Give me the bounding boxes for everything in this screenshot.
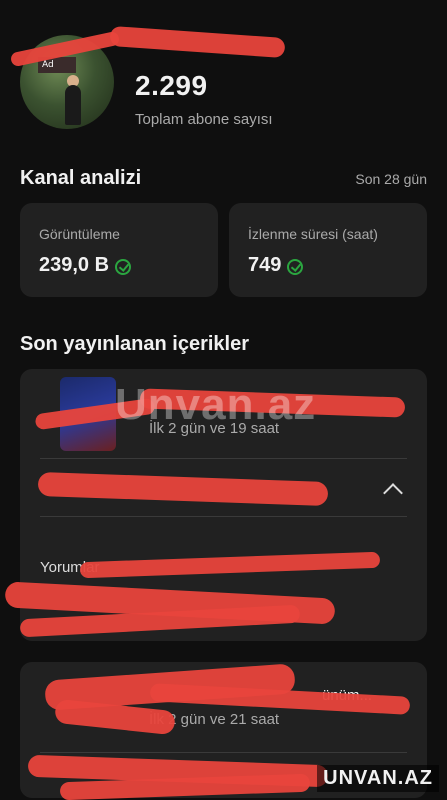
views-card[interactable]: Görüntüleme 239,0 B — [20, 203, 218, 297]
check-circle-icon — [287, 258, 304, 275]
subscriber-label: Toplam abone sayısı — [135, 111, 273, 128]
watermark-center: Unvan.az — [115, 380, 317, 429]
redacted-channel-name — [109, 25, 286, 59]
watermark-corner: UNVAN.AZ — [317, 765, 439, 792]
recent-title: Son yayınlanan içerikler — [20, 333, 249, 355]
analytics-period[interactable]: Son 28 gün — [355, 171, 427, 187]
watch-time-value: 749 — [248, 254, 282, 276]
check-circle-icon — [115, 258, 132, 275]
avatar-figure-body — [65, 85, 81, 125]
chevron-up-icon[interactable] — [383, 483, 403, 503]
analytics-title: Kanal analizi — [20, 167, 142, 189]
divider — [40, 516, 407, 517]
watch-time-card[interactable]: İzlenme süresi (saat) 749 — [229, 203, 427, 297]
views-label: Görüntüleme — [39, 226, 120, 242]
watch-time-label: İzlenme süresi (saat) — [248, 226, 378, 242]
divider — [40, 458, 407, 459]
views-value: 239,0 B — [39, 254, 110, 276]
subscriber-count: 2.299 — [135, 70, 208, 101]
divider — [40, 752, 407, 753]
